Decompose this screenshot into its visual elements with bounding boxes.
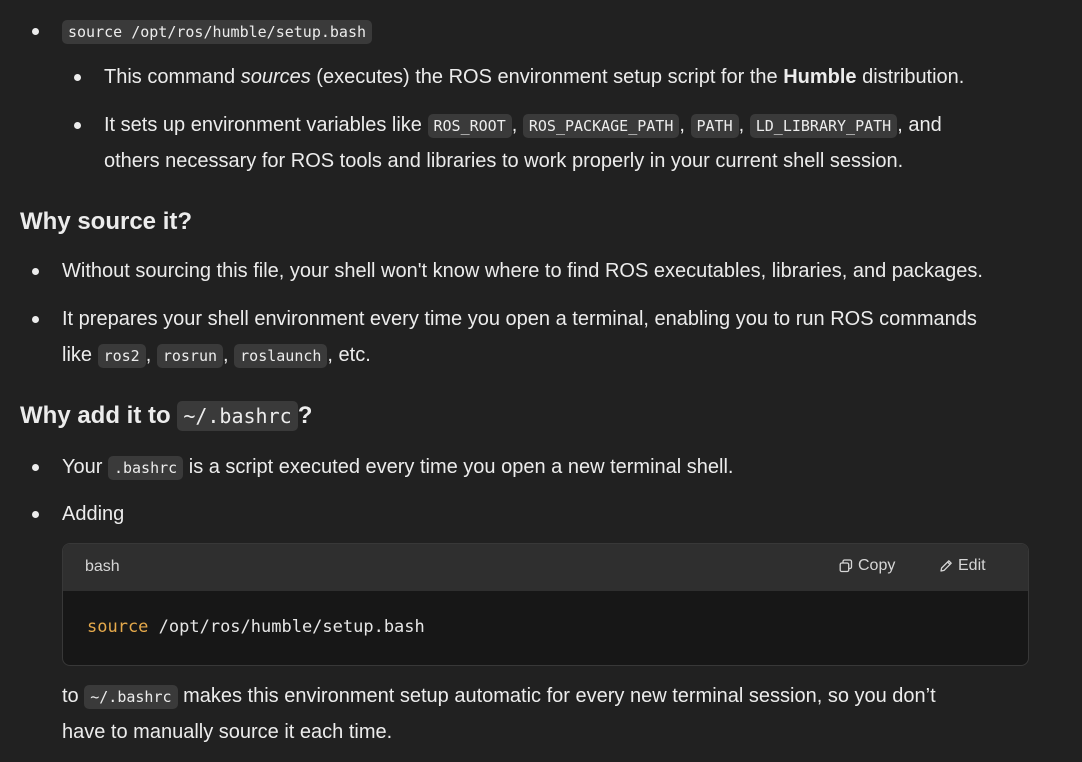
list-item-command: source /opt/ros/humble/setup.bash bbox=[62, 17, 373, 46]
paragraph-bashrc-line1: to ~/.bashrc makes this environment setu… bbox=[62, 682, 936, 711]
text: is a script executed every time you open… bbox=[183, 456, 734, 478]
edit-button[interactable]: Edit bbox=[939, 557, 986, 575]
strong: Humble bbox=[783, 66, 857, 88]
list-item-prepares-line2: like ros2, rosrun, roslaunch, etc. bbox=[62, 341, 371, 370]
bullet-dot bbox=[74, 122, 81, 129]
pencil-icon bbox=[939, 559, 953, 573]
edit-label: Edit bbox=[958, 557, 986, 574]
inline-code: ~/.bashrc bbox=[177, 401, 298, 431]
list-item-env-vars: It sets up environment variables like RO… bbox=[104, 111, 942, 140]
text: like bbox=[62, 344, 98, 366]
bullet-dot bbox=[32, 464, 39, 471]
code-block: bash Copy Edit source /opt/ros/humble/se… bbox=[62, 543, 1029, 666]
inline-code: ROS_ROOT bbox=[427, 114, 512, 138]
bullet-dot bbox=[32, 511, 39, 518]
code-language-label: bash bbox=[85, 558, 120, 575]
inline-code: rosrun bbox=[156, 344, 224, 368]
text: to bbox=[62, 685, 85, 707]
list-item-sources: This command sources (executes) the ROS … bbox=[104, 63, 964, 91]
text: makes this environment setup automatic f… bbox=[177, 685, 936, 707]
code-block-content: source /opt/ros/humble/setup.bash bbox=[87, 617, 425, 637]
code-block-header: bash Copy Edit bbox=[63, 544, 1028, 591]
text: Your bbox=[62, 456, 108, 478]
inline-code: roslaunch bbox=[234, 344, 328, 368]
text: , bbox=[679, 114, 691, 136]
code-text: /opt/ros/humble/setup.bash bbox=[148, 617, 425, 637]
chat-response: source /opt/ros/humble/setup.bash This c… bbox=[0, 0, 1082, 762]
text: It sets up environment variables like bbox=[104, 114, 428, 136]
inline-code: ros2 bbox=[97, 344, 146, 368]
text: distribution. bbox=[856, 66, 965, 88]
copy-label: Copy bbox=[858, 557, 896, 574]
bullet-dot bbox=[74, 74, 81, 81]
inline-code: PATH bbox=[690, 114, 739, 138]
paragraph-bashrc-line2: have to manually source it each time. bbox=[62, 721, 393, 743]
list-item-prepares-line1: It prepares your shell environment every… bbox=[62, 308, 977, 330]
text: Why add it to bbox=[20, 402, 178, 429]
copy-icon bbox=[839, 559, 853, 573]
text: ? bbox=[297, 402, 313, 429]
list-item-adding: Adding bbox=[62, 503, 125, 525]
bullet-dot bbox=[32, 28, 39, 35]
inline-code: ROS_PACKAGE_PATH bbox=[522, 114, 680, 138]
bullet-dot bbox=[32, 268, 39, 275]
text: , bbox=[145, 344, 157, 366]
text: , etc. bbox=[327, 344, 371, 366]
emphasis: sources bbox=[240, 66, 311, 88]
text: (executes) the ROS environment setup scr… bbox=[310, 66, 784, 88]
copy-button[interactable]: Copy bbox=[839, 557, 895, 575]
text: , bbox=[223, 344, 235, 366]
inline-code: LD_LIBRARY_PATH bbox=[749, 114, 898, 138]
inline-code: .bashrc bbox=[107, 456, 184, 480]
text: This command bbox=[104, 66, 241, 88]
text: , and bbox=[897, 114, 942, 136]
heading-why-bashrc: Why add it to ~/.bashrc? bbox=[20, 400, 312, 432]
code-keyword: source bbox=[87, 617, 149, 637]
list-item-without-sourcing: Without sourcing this file, your shell w… bbox=[62, 260, 983, 282]
inline-code: source /opt/ros/humble/setup.bash bbox=[62, 20, 373, 44]
list-item-env-vars-line2: others necessary for ROS tools and libra… bbox=[104, 150, 904, 172]
bullet-dot bbox=[32, 316, 39, 323]
text: , bbox=[511, 114, 523, 136]
text: , bbox=[738, 114, 750, 136]
heading-why-source: Why source it? bbox=[20, 208, 193, 235]
list-item-your-bashrc: Your .bashrc is a script executed every … bbox=[62, 453, 733, 482]
inline-code: ~/.bashrc bbox=[84, 685, 178, 709]
